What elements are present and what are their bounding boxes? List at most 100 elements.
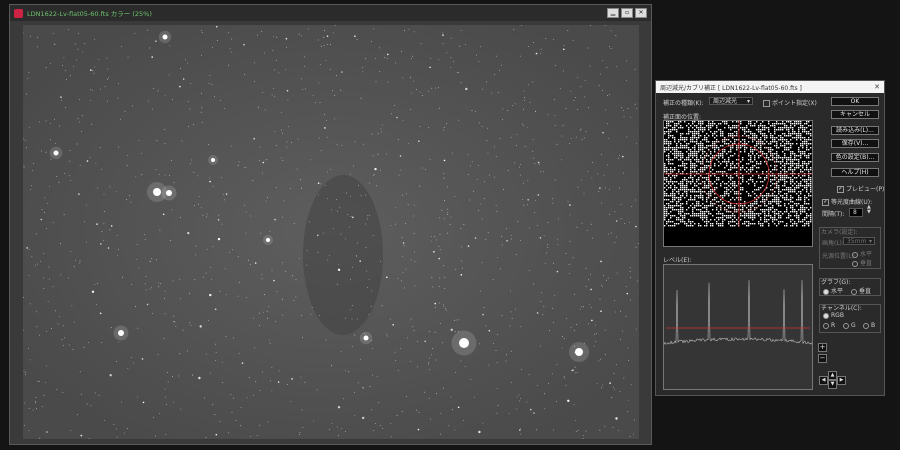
correction-preview[interactable]: [663, 120, 813, 247]
move-down-button[interactable]: ▼: [828, 380, 837, 389]
move-left-button[interactable]: ◀: [819, 376, 828, 385]
noise-pixel: [798, 121, 800, 123]
noise-pixel: [756, 213, 758, 215]
channel-g-radio[interactable]: G: [843, 322, 856, 329]
noise-pixel: [706, 197, 708, 199]
noise-pixel: [792, 209, 794, 211]
vignette-correction-dialog[interactable]: 周辺減光/カブリ補正 [ LDN1622-Lv-flat05-60.fts ] …: [655, 80, 885, 396]
star: [399, 155, 402, 157]
channel-r-radio[interactable]: R: [823, 322, 835, 329]
interval-spinner[interactable]: ▲ ▼: [867, 205, 871, 215]
maximize-button[interactable]: ▫: [621, 8, 633, 18]
star: [509, 325, 511, 327]
star: [565, 384, 567, 386]
angle-select[interactable]: 35mm ▾: [843, 237, 875, 245]
noise-pixel: [750, 149, 752, 151]
noise-pixel: [686, 159, 688, 161]
star: [353, 165, 354, 167]
noise-pixel: [772, 201, 774, 203]
point-spec-checkbox[interactable]: ポイント指定(X): [763, 98, 817, 107]
star: [132, 105, 134, 107]
zoom-in-button[interactable]: +: [818, 343, 827, 352]
graph-vertical-radio[interactable]: 垂直: [851, 286, 871, 295]
noise-pixel: [808, 121, 810, 123]
image-window-titlebar[interactable]: LDN1622-Lv-flat05-60.fts カラー (25%) ▁ ▫ ✕: [10, 5, 651, 21]
dialog-titlebar[interactable]: 周辺減光/カブリ補正 [ LDN1622-Lv-flat05-60.fts ] …: [656, 81, 884, 93]
star: [302, 427, 304, 428]
noise-pixel: [786, 159, 788, 161]
noise-pixel: [708, 205, 710, 207]
move-right-button[interactable]: ▶: [837, 376, 846, 385]
noise-pixel: [812, 183, 813, 184]
noise-pixel: [764, 221, 766, 223]
save-button[interactable]: 保存(V)...: [831, 139, 879, 148]
zoom-out-button[interactable]: −: [818, 354, 827, 363]
color-settings-button[interactable]: 色の設定(B)...: [831, 153, 879, 162]
star: [136, 244, 138, 245]
direction-vertical-radio[interactable]: 垂直: [852, 258, 872, 267]
star: [434, 236, 436, 238]
minimize-button[interactable]: ▁: [607, 8, 619, 18]
graph-horizontal-radio[interactable]: 水平: [823, 286, 843, 295]
noise-pixel: [784, 133, 786, 135]
close-button[interactable]: ✕: [635, 8, 647, 18]
noise-pixel: [784, 175, 786, 177]
noise-pixel: [760, 151, 762, 153]
noise-pixel: [676, 223, 678, 225]
interval-input[interactable]: 8: [849, 208, 863, 217]
star: [470, 165, 471, 167]
ok-button[interactable]: OK: [831, 97, 879, 106]
load-button[interactable]: 読み込み(L)...: [831, 126, 879, 135]
noise-pixel: [768, 157, 770, 159]
star: [523, 99, 525, 101]
star: [29, 359, 31, 361]
noise-pixel: [810, 221, 812, 223]
star: [616, 66, 618, 67]
star: [450, 67, 451, 68]
iso-checkbox[interactable]: ✓ 等光度曲線(U):: [822, 197, 872, 206]
type-select[interactable]: 周辺減光 ▾: [709, 97, 753, 105]
noise-pixel: [712, 141, 714, 143]
noise-pixel: [690, 169, 692, 171]
noise-pixel: [710, 145, 712, 147]
star: [627, 399, 629, 401]
star: [413, 251, 415, 253]
star: [496, 362, 498, 363]
dialog-close-icon[interactable]: ✕: [874, 83, 880, 91]
noise-pixel: [708, 181, 710, 183]
star: [443, 265, 445, 267]
noise-pixel: [760, 145, 762, 147]
move-up-button[interactable]: ▲: [828, 371, 837, 380]
star: [253, 317, 254, 319]
noise-pixel: [804, 143, 806, 145]
channel-b-radio[interactable]: B: [863, 322, 875, 329]
star: [561, 159, 562, 161]
noise-pixel: [812, 215, 813, 216]
star: [49, 278, 50, 280]
noise-pixel: [710, 157, 712, 159]
star: [381, 305, 383, 307]
star: [485, 325, 487, 327]
star: [126, 199, 128, 201]
noise-pixel: [686, 143, 688, 145]
preview-checkbox[interactable]: ✓ プレビュー(P): [837, 184, 884, 193]
cancel-button[interactable]: キャンセル: [831, 110, 879, 119]
star: [562, 336, 563, 337]
star: [386, 276, 388, 279]
noise-pixel: [682, 181, 684, 183]
noise-pixel: [732, 125, 734, 127]
noise-pixel: [700, 183, 702, 185]
noise-pixel: [756, 199, 758, 201]
noise-pixel: [670, 177, 672, 179]
image-window[interactable]: LDN1622-Lv-flat05-60.fts カラー (25%) ▁ ▫ ✕: [9, 4, 652, 445]
star: [634, 419, 635, 421]
direction-horizontal-radio[interactable]: 水平: [852, 249, 872, 258]
channel-rgb-radio[interactable]: RGB: [823, 312, 844, 319]
help-button[interactable]: ヘルプ(H): [831, 168, 879, 177]
noise-pixel: [668, 199, 670, 201]
noise-pixel: [720, 163, 722, 165]
star: [202, 276, 204, 278]
star-field-image[interactable]: [23, 25, 639, 439]
level-graph[interactable]: [663, 264, 813, 390]
star: [456, 71, 458, 73]
